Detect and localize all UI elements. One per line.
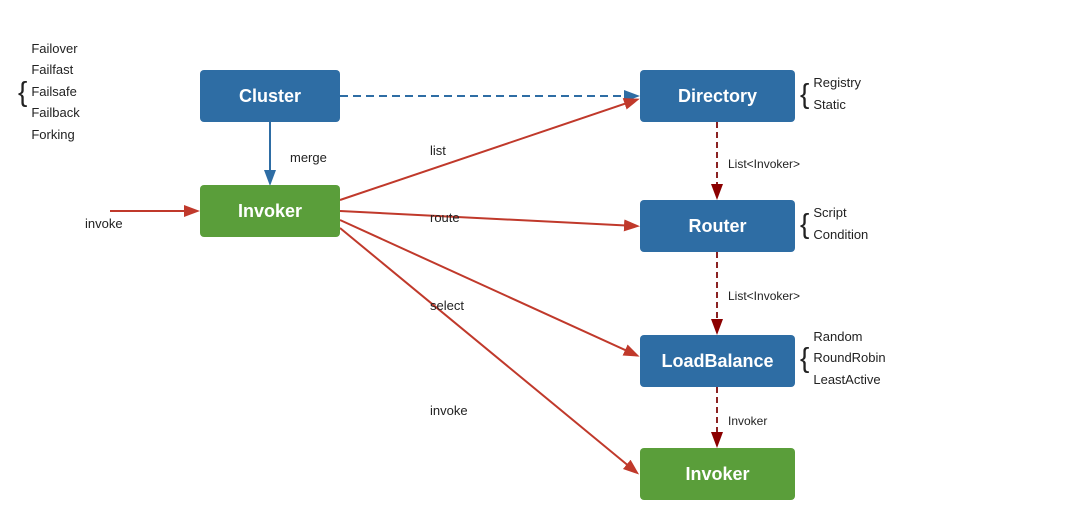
left-brace-char: {	[18, 76, 27, 107]
loadbalance-node: LoadBalance	[640, 335, 795, 387]
invoke-bottom-label: invoke	[430, 403, 468, 418]
loadbalance-brace-char: {	[800, 342, 809, 373]
route-label: route	[430, 210, 460, 225]
router-types-group: { Script Condition	[800, 202, 868, 246]
failback-label: Failback	[31, 102, 79, 123]
list-label: list	[430, 143, 446, 158]
directory-brace-char: {	[800, 78, 809, 109]
static-label: Static	[813, 94, 861, 116]
roundrobin-label: RoundRobin	[813, 347, 885, 368]
cluster-types-brace-group: { Failover Failfast Failsafe Failback Fo…	[18, 38, 80, 145]
random-label: Random	[813, 326, 885, 347]
invoker-bottom-node: Invoker	[640, 448, 795, 500]
cluster-label: Cluster	[239, 86, 301, 107]
list-invoker-label-1: List<Invoker>	[728, 157, 800, 171]
failsafe-label: Failsafe	[31, 81, 79, 102]
forking-label: Forking	[31, 124, 79, 145]
invoker-to-invoker-bottom-arrow	[340, 228, 636, 472]
directory-label: Directory	[678, 86, 757, 107]
invoke-left-label: invoke	[85, 216, 123, 231]
loadbalance-types-group: { Random RoundRobin LeastActive	[800, 326, 886, 390]
invoker-top-node: Invoker	[200, 185, 340, 237]
router-brace-char: {	[800, 208, 809, 239]
select-label: select	[430, 298, 464, 313]
list-invoker-label-2: List<Invoker>	[728, 289, 800, 303]
invoker-bottom-label: Invoker	[685, 464, 749, 485]
router-label: Router	[689, 216, 747, 237]
diagram-svg: merge list route select invoke invoke Li…	[0, 0, 1080, 526]
invoker-to-router-arrow	[340, 211, 636, 226]
directory-node: Directory	[640, 70, 795, 122]
directory-types-group: { Registry Static	[800, 72, 861, 116]
leastactive-label: LeastActive	[813, 369, 885, 390]
invoker-to-directory-arrow	[340, 100, 636, 200]
loadbalance-label: LoadBalance	[661, 351, 773, 372]
router-node: Router	[640, 200, 795, 252]
failfast-label: Failfast	[31, 59, 79, 80]
cluster-node: Cluster	[200, 70, 340, 122]
invoker-top-label: Invoker	[238, 201, 302, 222]
failover-label: Failover	[31, 38, 79, 59]
script-label: Script	[813, 202, 868, 224]
condition-label: Condition	[813, 224, 868, 246]
diagram-container: merge list route select invoke invoke Li…	[0, 0, 1080, 526]
invoker-to-loadbalance-arrow	[340, 220, 636, 355]
merge-label: merge	[290, 150, 327, 165]
invoker-label: Invoker	[728, 414, 767, 428]
registry-label: Registry	[813, 72, 861, 94]
